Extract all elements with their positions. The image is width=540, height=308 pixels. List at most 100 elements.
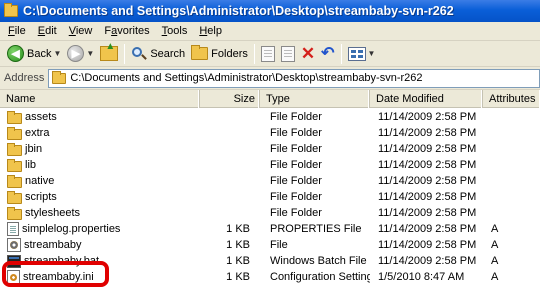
address-input[interactable]: C:\Documents and Settings\Administrator\… bbox=[48, 68, 540, 88]
file-row[interactable]: extra File Folder 11/14/2009 2:58 PM bbox=[0, 125, 540, 141]
file-type: File Folder bbox=[270, 207, 322, 219]
file-size bbox=[200, 141, 260, 157]
toolbar: ◀ Back ▼ ▶ ▼ Search Folders ✕ ↶ ▼ bbox=[0, 41, 540, 67]
column-header-attributes[interactable]: Attributes bbox=[483, 90, 540, 108]
file-attributes: A bbox=[491, 239, 499, 251]
file-name: native bbox=[25, 175, 55, 187]
file-size bbox=[200, 157, 260, 173]
chevron-down-icon[interactable]: ▼ bbox=[368, 49, 376, 58]
file-date: 1/5/2010 8:47 AM bbox=[378, 271, 465, 283]
file-date: 11/14/2009 2:58 PM bbox=[378, 111, 477, 123]
chevron-down-icon[interactable]: ▼ bbox=[53, 49, 61, 58]
forward-arrow-icon: ▶ bbox=[67, 45, 85, 62]
file-size: 1 KB bbox=[226, 255, 250, 267]
views-button[interactable]: ▼ bbox=[345, 43, 379, 65]
file-row[interactable]: native File Folder 11/14/2009 2:58 PM bbox=[0, 173, 540, 189]
file-attributes bbox=[483, 141, 540, 157]
file-row[interactable]: streambaby.bat 1 KB Windows Batch File 1… bbox=[0, 253, 540, 269]
undo-icon: ↶ bbox=[321, 44, 335, 62]
file-date: 11/14/2009 2:58 PM bbox=[378, 207, 477, 219]
file-size bbox=[200, 189, 260, 205]
folder-icon bbox=[7, 126, 22, 140]
column-header-size[interactable]: Size bbox=[200, 90, 260, 108]
folder-icon bbox=[7, 142, 22, 156]
file-date: 11/14/2009 2:58 PM bbox=[378, 255, 477, 267]
file-attributes bbox=[483, 109, 540, 125]
up-folder-button[interactable] bbox=[97, 41, 121, 65]
menu-tools[interactable]: Tools bbox=[156, 25, 194, 37]
menu-view[interactable]: View bbox=[63, 25, 99, 37]
delete-button[interactable]: ✕ bbox=[298, 43, 318, 65]
column-header-date[interactable]: Date Modified bbox=[370, 90, 483, 108]
file-name: streambaby bbox=[24, 239, 82, 251]
forward-button[interactable]: ▶ ▼ bbox=[64, 43, 97, 65]
file-row[interactable]: scripts File Folder 11/14/2009 2:58 PM bbox=[0, 189, 540, 205]
back-arrow-icon: ◀ bbox=[7, 45, 24, 62]
file-size bbox=[200, 173, 260, 189]
delete-icon: ✕ bbox=[300, 44, 316, 63]
file-row[interactable]: simplelog.properties 1 KB PROPERTIES Fil… bbox=[0, 221, 540, 237]
file-list: Name Size Type Date Modified Attributes … bbox=[0, 90, 540, 308]
address-bar: Address C:\Documents and Settings\Admini… bbox=[0, 67, 540, 90]
menu-favorites[interactable]: Favorites bbox=[98, 25, 155, 37]
document-icon bbox=[7, 222, 19, 236]
menu-help[interactable]: Help bbox=[193, 25, 228, 37]
move-to-button[interactable] bbox=[258, 43, 278, 65]
menu-file[interactable]: File bbox=[2, 25, 32, 37]
folder-icon bbox=[4, 3, 18, 17]
file-row[interactable]: stylesheets File Folder 11/14/2009 2:58 … bbox=[0, 205, 540, 221]
back-button[interactable]: ◀ Back ▼ bbox=[4, 43, 64, 65]
copy-to-button[interactable] bbox=[278, 43, 298, 65]
file-attributes bbox=[483, 125, 540, 141]
settings-file-icon bbox=[7, 238, 21, 252]
folder-icon bbox=[7, 158, 22, 172]
file-name: extra bbox=[25, 127, 50, 139]
address-path: C:\Documents and Settings\Administrator\… bbox=[70, 72, 423, 84]
file-date: 11/14/2009 2:58 PM bbox=[378, 239, 477, 251]
toolbar-divider bbox=[253, 43, 255, 64]
file-attributes bbox=[483, 189, 540, 205]
file-date: 11/14/2009 2:58 PM bbox=[378, 223, 477, 235]
file-size: 1 KB bbox=[226, 239, 250, 251]
file-type: Windows Batch File bbox=[270, 255, 367, 267]
file-type: File Folder bbox=[270, 175, 322, 187]
file-attributes: A bbox=[491, 255, 499, 267]
column-header-name[interactable]: Name bbox=[0, 90, 200, 108]
chevron-down-icon[interactable]: ▼ bbox=[86, 49, 94, 58]
file-type: File Folder bbox=[270, 191, 322, 203]
file-size: 1 KB bbox=[226, 223, 250, 235]
file-row[interactable]: streambaby 1 KB File 11/14/2009 2:58 PM … bbox=[0, 237, 540, 253]
file-type: File Folder bbox=[270, 111, 322, 123]
address-label: Address bbox=[4, 72, 45, 84]
file-name: streambaby.bat bbox=[24, 255, 100, 267]
folder-icon bbox=[7, 190, 22, 204]
folder-icon bbox=[52, 70, 67, 84]
column-header-type[interactable]: Type bbox=[260, 90, 370, 108]
file-name: jbin bbox=[25, 143, 43, 155]
up-folder-icon bbox=[100, 41, 119, 61]
column-header: Name Size Type Date Modified Attributes bbox=[0, 90, 540, 108]
file-row[interactable]: jbin File Folder 11/14/2009 2:58 PM bbox=[0, 141, 540, 157]
file-name: streambaby.ini bbox=[23, 271, 94, 283]
file-row[interactable]: assets File Folder 11/14/2009 2:58 PM bbox=[0, 109, 540, 125]
folders-button[interactable]: Folders bbox=[188, 43, 251, 65]
file-type: File Folder bbox=[270, 127, 322, 139]
file-date: 11/14/2009 2:58 PM bbox=[378, 127, 477, 139]
file-row[interactable]: lib File Folder 11/14/2009 2:58 PM bbox=[0, 157, 540, 173]
file-row[interactable]: streambaby.ini 1 KB Configuration Settin… bbox=[0, 269, 540, 285]
menu-edit[interactable]: Edit bbox=[32, 25, 63, 37]
toolbar-divider bbox=[340, 43, 342, 64]
file-name: stylesheets bbox=[25, 207, 81, 219]
file-date: 11/14/2009 2:58 PM bbox=[378, 175, 477, 187]
file-size bbox=[200, 205, 260, 221]
search-button[interactable]: Search bbox=[128, 43, 188, 65]
undo-button[interactable]: ↶ bbox=[318, 43, 337, 65]
file-size: 1 KB bbox=[226, 271, 250, 283]
file-attributes: A bbox=[491, 223, 499, 235]
file-attributes: A bbox=[491, 271, 499, 283]
copy-to-icon bbox=[280, 45, 295, 62]
title-bar[interactable]: C:\Documents and Settings\Administrator\… bbox=[0, 0, 540, 22]
file-attributes bbox=[483, 157, 540, 173]
menu-bar: File Edit View Favorites Tools Help bbox=[0, 22, 540, 41]
batch-file-icon bbox=[7, 254, 21, 268]
